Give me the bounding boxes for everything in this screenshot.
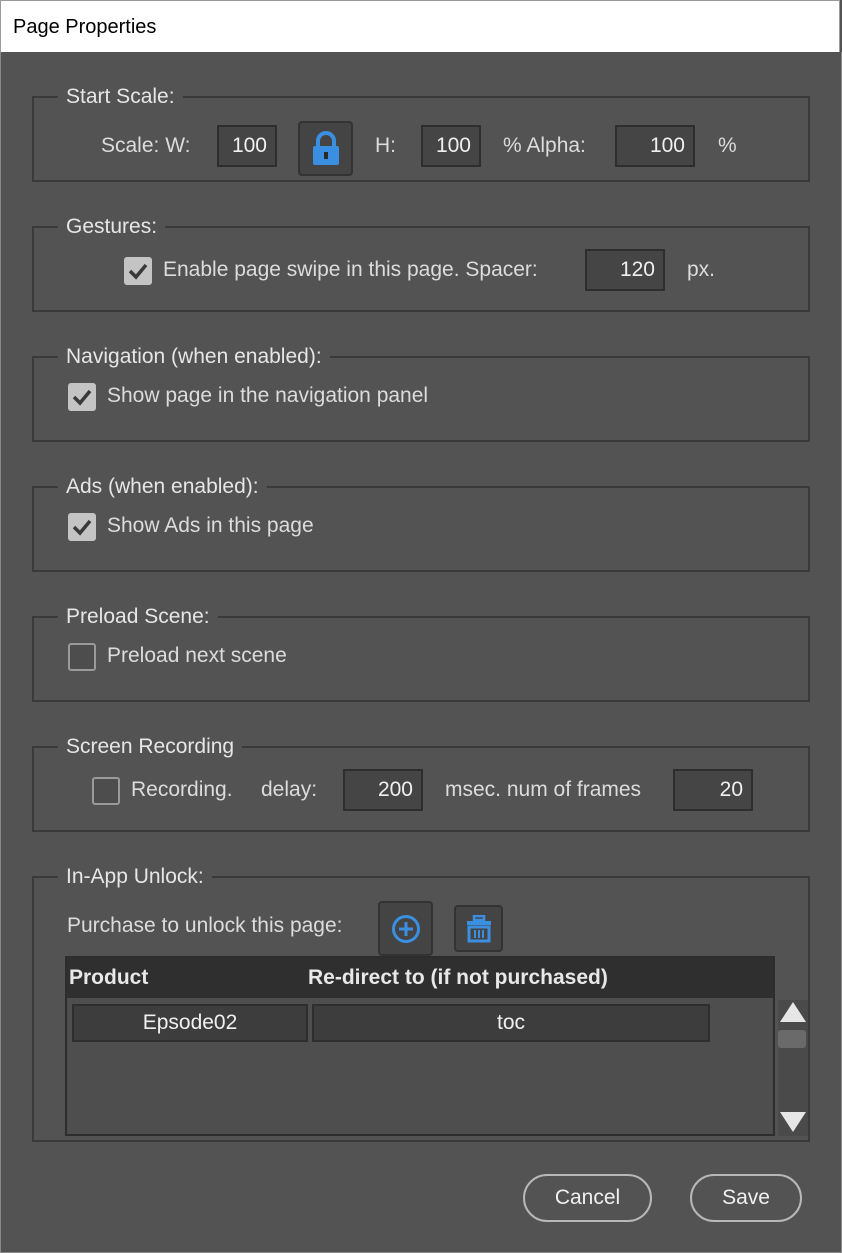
recording-label: Recording. <box>131 778 233 801</box>
checkmark-icon <box>128 263 148 280</box>
recording-checkbox[interactable] <box>92 777 120 805</box>
frames-label: msec. num of frames <box>445 778 642 801</box>
scroll-up-icon[interactable] <box>779 1000 807 1029</box>
products-table: Product Re-direct to (if not purchased) … <box>65 956 775 1136</box>
window-title: Page Properties <box>13 16 157 38</box>
table-scrollbar[interactable] <box>778 1000 808 1136</box>
show-ads-label: Show Ads in this page <box>107 514 314 537</box>
recording-legend: Screen Recording <box>66 735 235 758</box>
swipe-label: Enable page swipe in this page. Spacer: <box>163 258 538 281</box>
gestures-legend: Gestures: <box>66 215 158 238</box>
navigation-legend: Navigation (when enabled): <box>66 345 322 368</box>
scale-w-label: Scale: W: <box>101 134 191 157</box>
preload-checkbox[interactable] <box>68 643 96 671</box>
start-scale-legend: Start Scale: <box>66 85 175 108</box>
scale-w-input[interactable]: 100 <box>217 125 277 167</box>
scroll-down-icon[interactable] <box>779 1110 807 1139</box>
scale-h-label: H: <box>375 134 396 157</box>
delay-label: delay: <box>261 778 318 801</box>
table-cell-redirect[interactable]: toc <box>312 1004 710 1042</box>
swipe-checkbox[interactable] <box>124 257 152 285</box>
title-bar: Page Properties <box>0 0 840 52</box>
delete-product-button[interactable] <box>454 905 503 952</box>
show-nav-label: Show page in the navigation panel <box>107 384 429 407</box>
add-product-button[interactable] <box>378 901 433 956</box>
alpha-label: % Alpha: <box>503 134 586 157</box>
checkmark-icon <box>72 389 92 406</box>
save-button[interactable]: Save <box>690 1174 802 1222</box>
trash-icon <box>466 914 492 948</box>
column-header-product[interactable]: Product <box>69 966 148 990</box>
delay-input[interactable]: 200 <box>343 769 423 811</box>
checkmark-icon <box>72 519 92 536</box>
preload-label: Preload next scene <box>107 644 287 667</box>
plus-circle-icon <box>391 914 421 949</box>
table-cell-product[interactable]: Epsode02 <box>72 1004 308 1042</box>
lock-icon <box>310 131 342 172</box>
alpha-percent-label: % <box>718 134 737 157</box>
frames-input[interactable]: 20 <box>673 769 753 811</box>
lock-aspect-button[interactable] <box>298 121 353 176</box>
px-label: px. <box>687 258 716 281</box>
ads-legend: Ads (when enabled): <box>66 475 259 498</box>
scroll-thumb[interactable] <box>778 1030 806 1048</box>
spacer-input[interactable]: 120 <box>585 249 665 291</box>
in-app-legend: In-App Unlock: <box>66 865 204 888</box>
purchase-label: Purchase to unlock this page: <box>67 914 343 937</box>
alpha-input[interactable]: 100 <box>615 125 695 167</box>
table-header: Product Re-direct to (if not purchased) <box>67 958 773 998</box>
scale-h-input[interactable]: 100 <box>421 125 481 167</box>
show-nav-checkbox[interactable] <box>68 383 96 411</box>
column-header-redirect[interactable]: Re-direct to (if not purchased) <box>308 966 608 990</box>
show-ads-checkbox[interactable] <box>68 513 96 541</box>
cancel-button[interactable]: Cancel <box>523 1174 652 1222</box>
preload-legend: Preload Scene: <box>66 605 210 628</box>
